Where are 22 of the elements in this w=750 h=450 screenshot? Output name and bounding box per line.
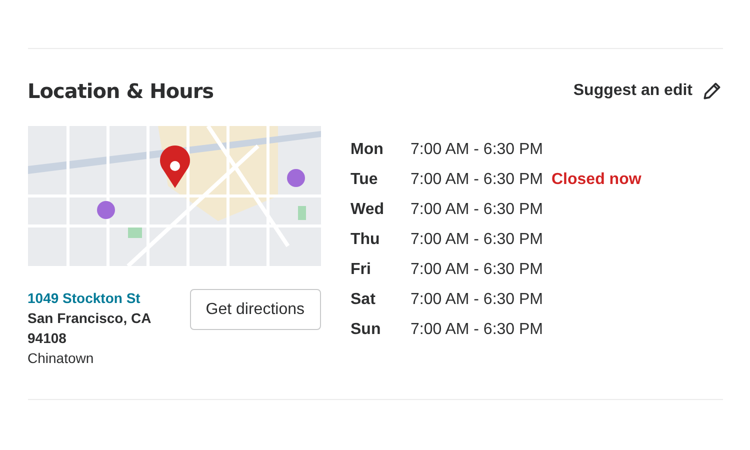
address-line: San Francisco, CA — [28, 309, 152, 328]
day-label: Tue — [350, 171, 379, 189]
day-label: Sun — [350, 321, 382, 339]
suggest-edit-link[interactable]: Suggest an edit — [573, 80, 722, 102]
hours-text: 7:00 AM - 6:30 PM — [410, 321, 544, 339]
hours-text: 7:00 AM - 6:30 PM — [410, 141, 544, 159]
section-title: Location & Hours — [28, 79, 214, 103]
hours-text: 7:00 AM - 6:30 PM — [410, 291, 544, 309]
get-directions-button[interactable]: Get directions — [190, 289, 320, 330]
hours-text: 7:00 AM - 6:30 PM — [410, 201, 544, 219]
address-line: Chinatown — [28, 349, 95, 368]
day-label: Fri — [350, 261, 372, 279]
day-label: Sat — [350, 291, 376, 309]
hours-text: 7:00 AM - 6:30 PM — [410, 231, 544, 249]
hours-text: 7:00 AM - 6:30 PM — [410, 171, 544, 189]
day-label: Wed — [350, 201, 385, 219]
status-text: Closed now — [552, 171, 642, 189]
day-label: Thu — [350, 231, 381, 249]
hours-text: 7:00 AM - 6:30 PM — [410, 261, 544, 279]
street-link[interactable]: 1049 Stockton St — [28, 288, 152, 308]
day-label: Mon — [350, 141, 384, 159]
address-line: 94108 — [28, 329, 68, 348]
